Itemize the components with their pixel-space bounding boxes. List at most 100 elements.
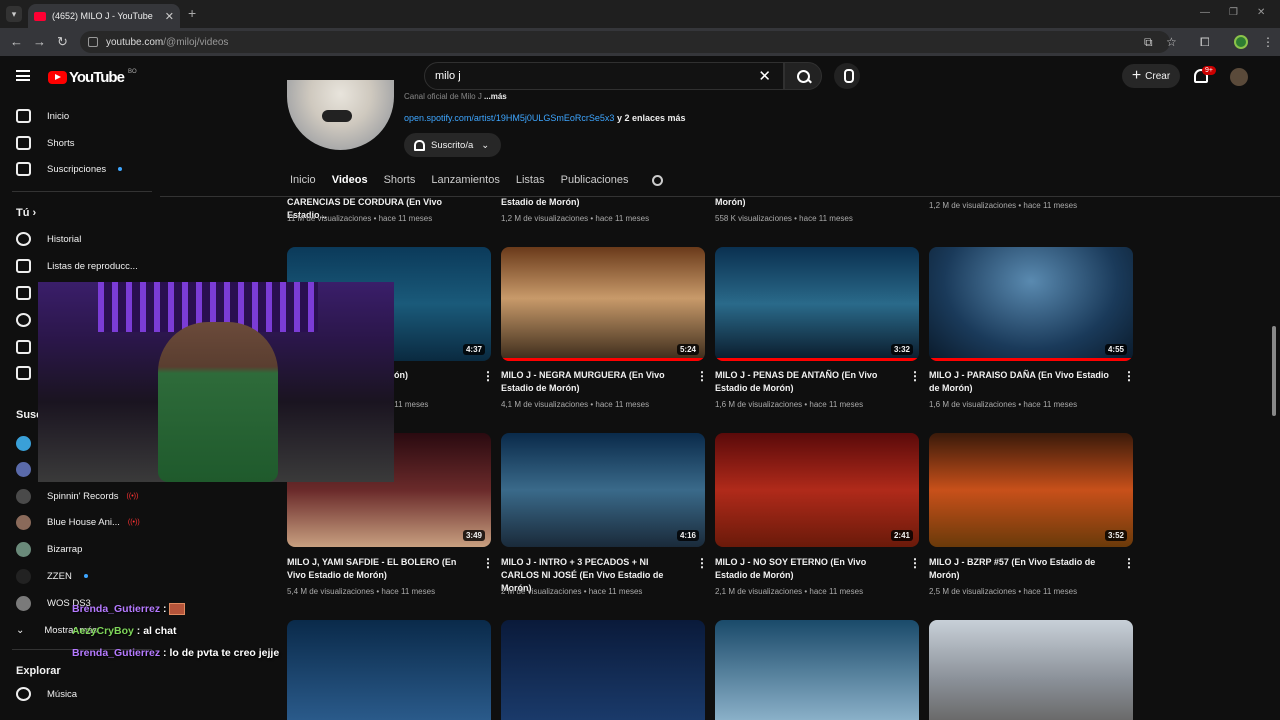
video-thumbnail[interactable]: 3:52 [929, 433, 1133, 547]
video-meta: 11 M de visualizaciones • hace 11 meses [287, 214, 433, 223]
sidebar-channel-zzen[interactable]: ZZEN [16, 566, 88, 586]
video-title[interactable]: Estadio de Morón) [501, 196, 687, 209]
sidebar-item-inicio[interactable]: Inicio [16, 106, 69, 126]
reload-icon[interactable]: ↻ [57, 34, 68, 50]
bookmark-star-icon[interactable]: ☆ [1166, 35, 1177, 49]
sidebar-channel-bluehouse[interactable]: Blue House Ani... ((•)) [16, 512, 140, 532]
forward-icon[interactable]: → [33, 34, 46, 49]
youtube-logo[interactable]: YouTube BO [48, 69, 137, 86]
video-thumbnail[interactable] [929, 620, 1133, 720]
voice-search-icon[interactable] [834, 63, 860, 89]
browser-tab[interactable]: (4652) MILO J - YouTube ✕ [28, 4, 180, 28]
video-title[interactable]: MILO J - NO SOY ETERNO (En Vivo Estadio … [715, 556, 901, 582]
more-options-icon[interactable]: ⋮ [482, 556, 494, 570]
more-options-icon[interactable]: ⋮ [1123, 369, 1135, 383]
video-title[interactable]: MILO J - NEGRA MURGUERA (En Vivo Estadio… [501, 369, 687, 395]
sidebar-item-listas[interactable]: Listas de reproducc... [16, 256, 138, 276]
region-code: BO [127, 68, 137, 75]
sidebar-item-label: Shorts [47, 137, 75, 149]
live-icon: ((•)) [127, 518, 140, 526]
channel-label: Bizarrap [47, 543, 83, 555]
watch-later-icon [16, 313, 31, 327]
channel-avatar [16, 568, 31, 584]
watch-progress-bar [501, 358, 705, 361]
tab-shorts[interactable]: Shorts [384, 174, 416, 194]
chrome-menu-icon[interactable]: ⋮ [1262, 35, 1274, 49]
tab-videos[interactable]: Videos [332, 174, 368, 194]
more-options-icon[interactable]: ⋮ [482, 369, 494, 383]
cast-icon[interactable]: ⧉ [1144, 35, 1153, 50]
chat-username: AezyCryBoy [72, 625, 134, 637]
back-icon[interactable]: ← [10, 34, 23, 49]
explore-section-heading: Explorar [16, 665, 61, 677]
video-thumbnail[interactable]: 4:55 [929, 247, 1133, 361]
page-scrollbar[interactable] [1272, 326, 1276, 416]
download-icon [16, 366, 31, 380]
create-button[interactable]: + Crear [1122, 64, 1180, 88]
site-info-icon[interactable] [88, 37, 98, 47]
browser-profile-avatar[interactable] [1234, 35, 1248, 49]
menu-icon[interactable] [16, 70, 30, 81]
video-thumbnail[interactable] [715, 620, 919, 720]
close-tab-icon[interactable]: ✕ [165, 10, 174, 23]
new-content-dot [83, 574, 88, 578]
search-input[interactable]: milo j ✕ [424, 62, 784, 90]
video-thumbnail[interactable]: 3:32 [715, 247, 919, 361]
video-title[interactable]: MILO J - BZRP #57 (En Vivo Estadio de Mo… [929, 556, 1115, 582]
duration-badge: 4:16 [676, 530, 699, 541]
search-value[interactable]: milo j [435, 70, 758, 82]
channel-label: ZZEN [47, 570, 72, 582]
search-button[interactable] [784, 62, 822, 90]
video-thumbnail[interactable]: 4:16 [501, 433, 705, 547]
subscribed-label: Suscrito/a [431, 139, 474, 151]
account-avatar[interactable] [1230, 68, 1248, 86]
chevron-down-icon: ⌄ [481, 139, 490, 151]
sidebar-item-shorts[interactable]: Shorts [16, 133, 74, 153]
channel-search-icon[interactable] [652, 175, 663, 186]
address-bar[interactable]: youtube.com/@miloj/videos [80, 31, 1170, 53]
maximize-icon[interactable]: ❐ [1229, 7, 1238, 18]
sidebar-item-musica[interactable]: Música [16, 684, 77, 704]
channel-description[interactable]: Canal oficial de Milo J ...más [404, 92, 507, 101]
music-icon [16, 687, 31, 701]
your-videos-icon [16, 286, 31, 300]
close-window-icon[interactable]: ✕ [1257, 7, 1265, 18]
tab-inicio[interactable]: Inicio [290, 174, 316, 194]
tab-lanzamientos[interactable]: Lanzamientos [431, 174, 500, 194]
sidebar-item-label: Historial [47, 233, 82, 245]
channel-avatar-large[interactable] [287, 80, 394, 150]
clear-search-icon[interactable]: ✕ [758, 67, 771, 85]
extensions-icon[interactable]: ⧠ [1200, 35, 1210, 50]
you-section-heading[interactable]: Tú › [16, 207, 36, 219]
sidebar-item-historial[interactable]: Historial [16, 229, 81, 249]
video-title[interactable]: MILO J, YAMI SAFDIE - EL BOLERO (En Vivo… [287, 556, 473, 582]
channel-link[interactable]: open.spotify.com/artist/19HM5j0ULGSmEoRc… [404, 113, 686, 123]
tab-listas[interactable]: Listas [516, 174, 545, 194]
sidebar-channel-spinnin[interactable]: Spinnin' Records ((•)) [16, 486, 138, 506]
video-thumbnail[interactable]: 2:41 [715, 433, 919, 547]
new-tab-button[interactable]: + [188, 5, 196, 21]
tab-publicaciones[interactable]: Publicaciones [561, 174, 629, 194]
subscribed-button[interactable]: Suscrito/a ⌄ [404, 133, 501, 157]
more-options-icon[interactable]: ⋮ [696, 369, 708, 383]
video-title[interactable]: MILO J - PARAISO DAÑA (En Vivo Estadio d… [929, 369, 1115, 395]
video-thumbnail[interactable] [501, 620, 705, 720]
sidebar-item-suscripciones[interactable]: Suscripciones [16, 159, 123, 179]
channel-avatar [16, 541, 31, 557]
sidebar-item-label: Inicio [47, 110, 70, 122]
video-meta: 558 K visualizaciones • hace 11 meses [715, 214, 853, 223]
video-thumbnail[interactable]: 5:24 [501, 247, 705, 361]
more-options-icon[interactable]: ⋮ [696, 556, 708, 570]
more-options-icon[interactable]: ⋮ [909, 369, 921, 383]
minimize-icon[interactable]: — [1200, 7, 1210, 18]
more-options-icon[interactable]: ⋮ [909, 556, 921, 570]
video-thumbnail[interactable] [287, 620, 491, 720]
new-content-dot [118, 167, 123, 171]
channel-tabs: Inicio Videos Shorts Lanzamientos Listas… [290, 174, 628, 194]
video-title[interactable]: Morón) [715, 196, 901, 209]
tab-search-button[interactable]: ▾ [6, 6, 22, 22]
video-meta: 4,1 M de visualizaciones • hace 11 meses [501, 400, 650, 409]
sidebar-channel-bizarrap[interactable]: Bizarrap [16, 539, 82, 559]
more-options-icon[interactable]: ⋮ [1123, 556, 1135, 570]
video-title[interactable]: MILO J - PENAS DE ANTAÑO (En Vivo Estadi… [715, 369, 901, 395]
